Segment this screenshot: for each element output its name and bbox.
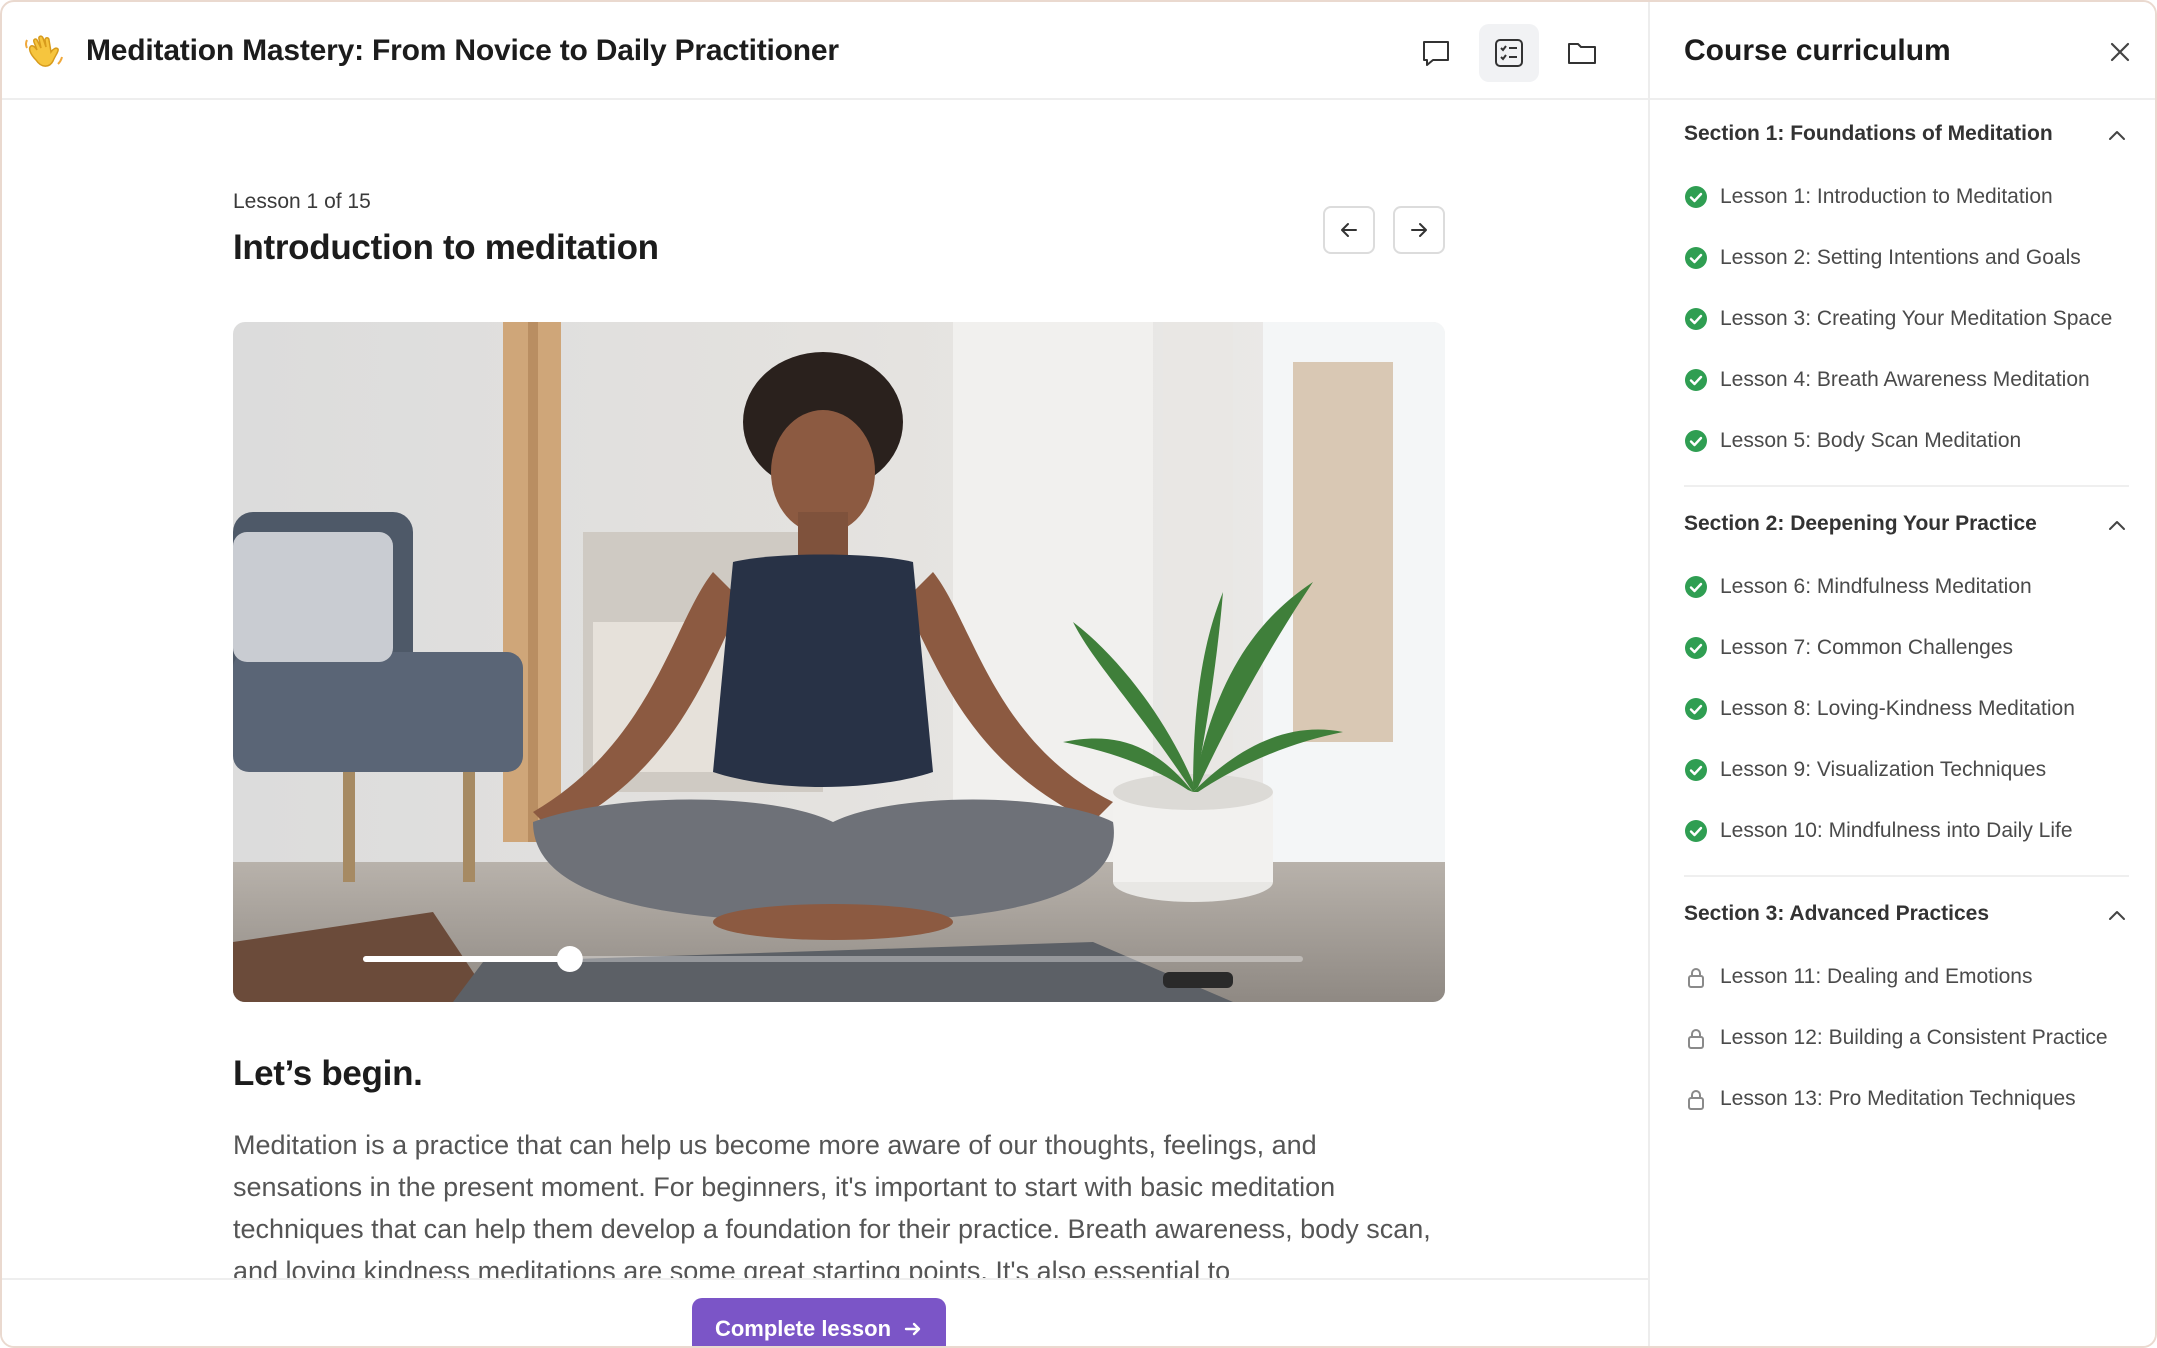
lesson-item-label: Lesson 5: Body Scan Meditation — [1720, 428, 2022, 452]
arrow-right-icon — [1411, 223, 1427, 237]
check-circle-icon — [1685, 575, 1707, 598]
lesson-title: Introduction to meditation — [233, 228, 659, 267]
video-frame — [233, 322, 1445, 1002]
waving-hand-icon — [25, 35, 63, 67]
chevron-up-icon[interactable] — [2105, 904, 2129, 928]
lesson-item[interactable]: Lesson 8: Loving-Kindness Meditation — [1684, 678, 2129, 739]
lesson-item-label: Lesson 8: Loving-Kindness Meditation — [1720, 696, 2075, 720]
arrow-left-icon — [1341, 223, 1357, 237]
check-circle-icon — [1685, 697, 1707, 720]
lesson-item[interactable]: Lesson 10: Mindfulness into Daily Life — [1684, 800, 2129, 861]
section-header[interactable]: Section 1: Foundations of Meditation — [1684, 106, 2129, 166]
complete-lesson-button[interactable]: Complete lesson — [692, 1298, 946, 1346]
check-circle-icon — [1685, 758, 1707, 781]
discussion-button[interactable] — [1406, 24, 1466, 82]
section-header[interactable]: Section 2: Deepening Your Practice — [1684, 496, 2129, 556]
lesson-item-label: Lesson 1: Introduction to Meditation — [1720, 184, 2053, 208]
lesson-item-label: Lesson 3: Creating Your Meditation Space — [1720, 306, 2113, 330]
lesson-item-label: Lesson 4: Breath Awareness Meditation — [1720, 367, 2090, 391]
lesson-item[interactable]: Lesson 5: Body Scan Meditation — [1684, 410, 2129, 471]
lesson-footer: Complete lesson — [2, 1278, 1648, 1346]
lesson-item-label: Lesson 10: Mindfulness into Daily Life — [1720, 818, 2073, 842]
chevron-up-icon[interactable] — [2105, 514, 2129, 538]
chat-bubble-icon — [1423, 41, 1449, 66]
sidebar-title: Course curriculum — [1684, 34, 1951, 67]
sidebar-header: Course curriculum — [1650, 2, 2155, 100]
section-divider — [1684, 485, 2129, 487]
arrow-right-icon — [904, 1322, 921, 1336]
previous-lesson-button[interactable] — [1323, 206, 1375, 254]
section-divider — [1684, 875, 2129, 877]
main-pane: Meditation Mastery: From Novice to Daily… — [2, 2, 1650, 1346]
lesson-item-label: Lesson 11: Dealing and Emotions — [1720, 964, 2033, 988]
close-icon[interactable] — [2106, 38, 2134, 66]
lesson-item[interactable]: Lesson 7: Common Challenges — [1684, 617, 2129, 678]
lesson-item[interactable]: Lesson 2: Setting Intentions and Goals — [1684, 227, 2129, 288]
section-header[interactable]: Section 3: Advanced Practices — [1684, 886, 2129, 946]
lesson-item[interactable]: Lesson 3: Creating Your Meditation Space — [1684, 288, 2129, 349]
lesson-item[interactable]: Lesson 4: Breath Awareness Meditation — [1684, 349, 2129, 410]
check-circle-icon — [1685, 429, 1707, 452]
check-circle-icon — [1685, 636, 1707, 659]
lock-icon — [1688, 1028, 1704, 1049]
complete-lesson-label: Complete lesson — [714, 1316, 892, 1341]
check-circle-icon — [1685, 246, 1707, 269]
lesson-counter: Lesson 1 of 15 — [233, 190, 371, 213]
lesson-item[interactable]: Lesson 9: Visualization Techniques — [1684, 739, 2129, 800]
next-lesson-button[interactable] — [1393, 206, 1445, 254]
lesson-item-label: Lesson 6: Mindfulness Meditation — [1720, 574, 2032, 598]
check-circle-icon — [1685, 368, 1707, 391]
lesson-item-label: Lesson 12: Building a Consistent Practic… — [1720, 1025, 2108, 1049]
lesson-video-player[interactable] — [233, 322, 1445, 1002]
section-title: Section 2: Deepening Your Practice — [1684, 512, 2037, 535]
lesson-item-label: Lesson 2: Setting Intentions and Goals — [1720, 245, 2081, 269]
top-bar: Meditation Mastery: From Novice to Daily… — [2, 2, 1648, 100]
section-title: Section 1: Foundations of Meditation — [1684, 122, 2053, 145]
curriculum-sidebar: Course curriculum Section 1: Foundations… — [1650, 2, 2155, 1346]
check-circle-icon — [1685, 185, 1707, 208]
lesson-item[interactable]: Lesson 6: Mindfulness Meditation — [1684, 556, 2129, 617]
lesson-item-label: Lesson 7: Common Challenges — [1720, 635, 2013, 659]
curriculum-section-3: Section 3: Advanced Practices Lesson 11: … — [1684, 886, 2129, 1129]
lesson-body-text: Meditation is a practice that can help u… — [233, 1130, 1431, 1278]
video-progress-fill — [363, 956, 570, 962]
lesson-content: Lesson 1 of 15 Introduction to meditatio… — [233, 100, 1445, 1278]
checklist-icon — [1495, 39, 1523, 67]
check-circle-icon — [1685, 307, 1707, 330]
lesson-item[interactable]: Lesson 1: Introduction to Meditation — [1684, 166, 2129, 227]
video-scrubber-handle[interactable] — [556, 946, 583, 972]
curriculum-toggle-button[interactable] — [1479, 24, 1539, 82]
app-window: Meditation Mastery: From Novice to Daily… — [0, 0, 2157, 1348]
lesson-item-label: Lesson 9: Visualization Techniques — [1720, 757, 2047, 781]
section-title: Section 3: Advanced Practices — [1684, 902, 1990, 925]
lesson-item[interactable]: Lesson 11: Dealing and Emotions — [1684, 946, 2129, 1007]
content-heading: Let’s begin. — [233, 1054, 423, 1093]
curriculum-section-1: Section 1: Foundations of Meditation Less… — [1684, 106, 2129, 487]
chevron-up-icon[interactable] — [2105, 124, 2129, 148]
lock-icon — [1688, 1089, 1704, 1110]
course-title: Meditation Mastery: From Novice to Daily… — [86, 34, 839, 67]
lesson-item[interactable]: Lesson 13: Pro Meditation Techniques — [1684, 1068, 2129, 1129]
folder-icon — [1568, 43, 1596, 64]
lesson-item[interactable]: Lesson 12: Building a Consistent Practic… — [1684, 1007, 2129, 1068]
check-circle-icon — [1685, 819, 1707, 842]
lock-icon — [1688, 967, 1704, 988]
lesson-item-label: Lesson 13: Pro Meditation Techniques — [1720, 1086, 2076, 1110]
resources-button[interactable] — [1552, 24, 1612, 82]
curriculum-section-2: Section 2: Deepening Your Practice Lesson… — [1684, 496, 2129, 877]
